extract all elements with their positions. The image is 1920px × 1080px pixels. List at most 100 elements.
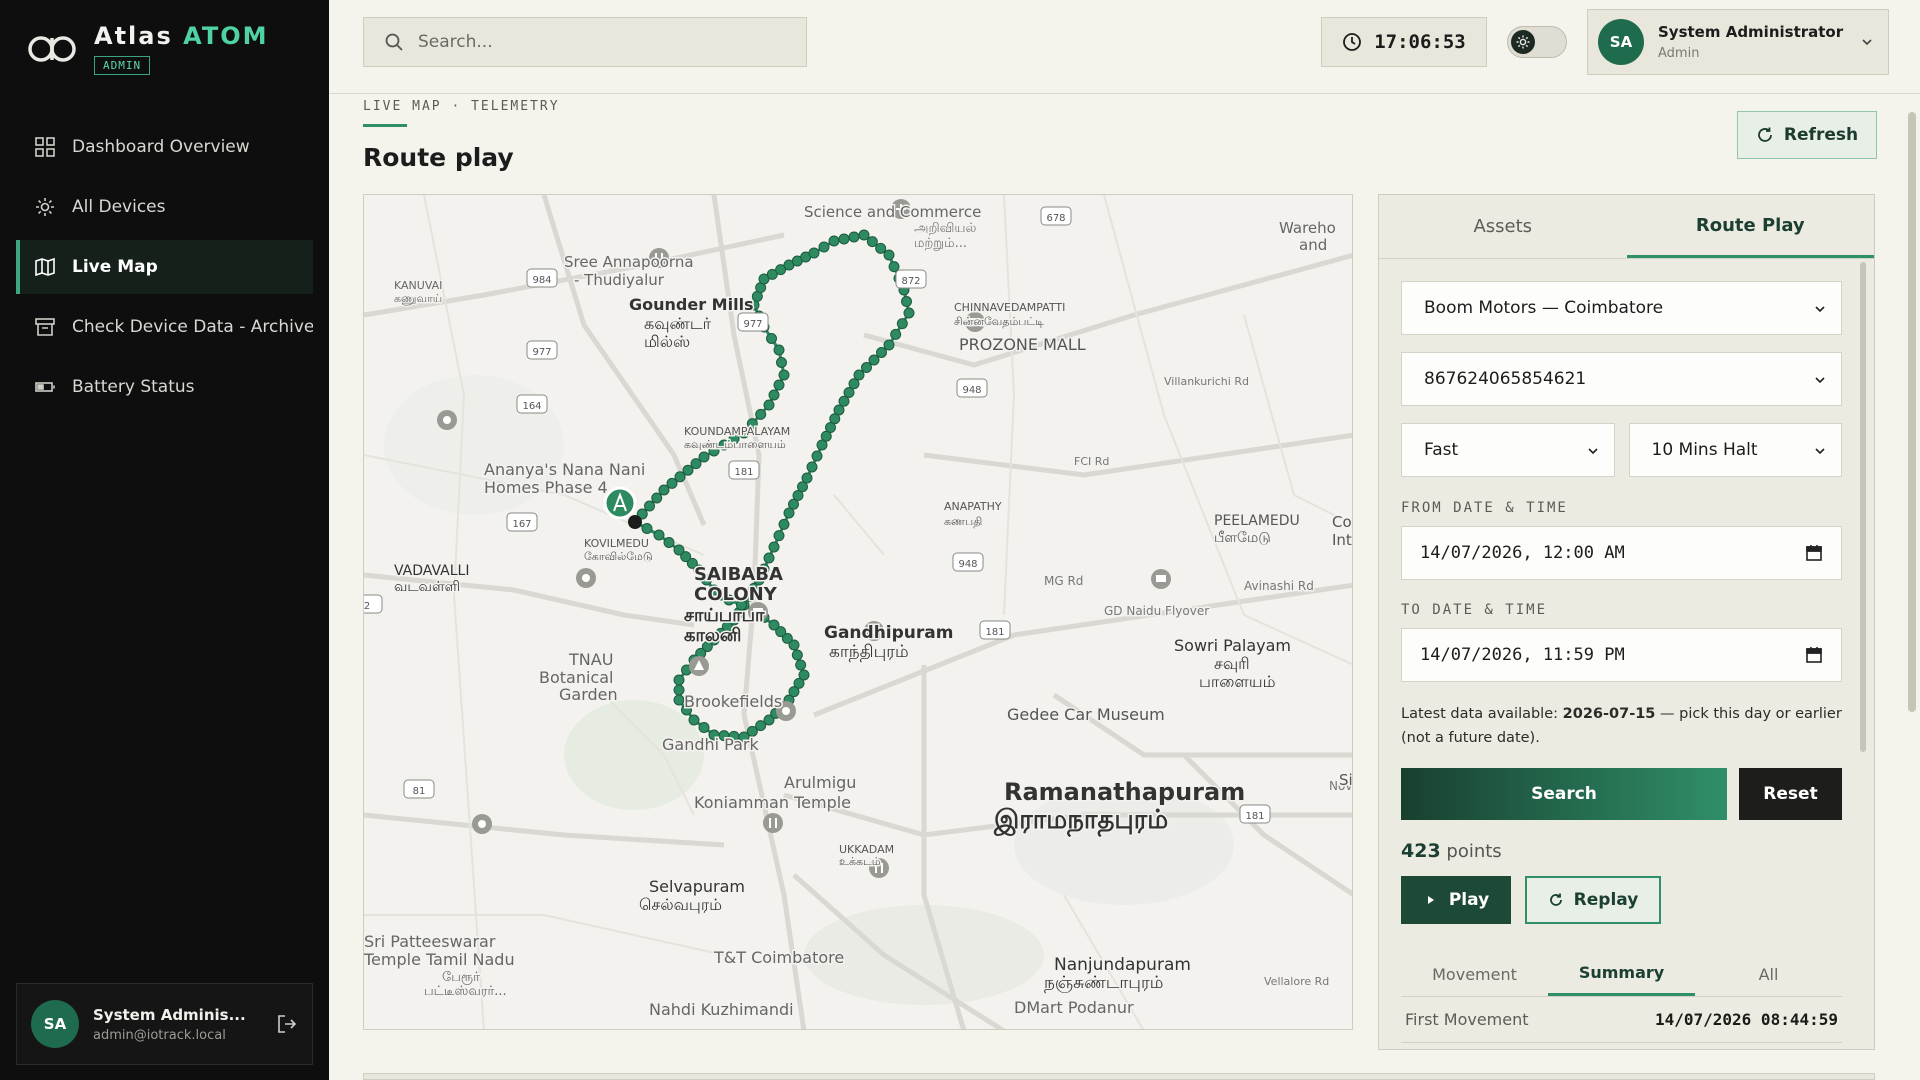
panel-scrollbar[interactable] <box>1860 262 1866 752</box>
device-select[interactable]: 867624065854621 <box>1401 352 1842 406</box>
subtab-movement[interactable]: Movement <box>1401 952 1548 996</box>
route-point[interactable] <box>768 541 780 553</box>
route-point[interactable] <box>866 236 878 248</box>
route-point[interactable] <box>811 450 823 462</box>
route-map[interactable]: 678 984 872 977 977 164 948 181 167 948 181 81 181 2 … <box>363 194 1353 1030</box>
to-datetime-input[interactable]: 14/07/2026, 11:59 PM <box>1401 628 1842 682</box>
route-point[interactable] <box>791 649 803 661</box>
nav-check-device-data-archive[interactable]: Check Device Data - Archive <box>16 300 313 354</box>
route-point[interactable] <box>798 669 810 681</box>
vehicle-start-marker[interactable] <box>603 486 637 520</box>
route-point[interactable] <box>883 339 895 351</box>
route-point[interactable] <box>651 492 663 504</box>
nav-dashboard-overview[interactable]: Dashboard Overview <box>16 120 313 174</box>
map-label: CHINNAVEDAMPATTI <box>954 301 1065 314</box>
route-point[interactable] <box>816 439 828 451</box>
route-point[interactable] <box>698 722 710 733</box>
route-point[interactable] <box>883 249 895 261</box>
route-point[interactable] <box>875 242 887 254</box>
atlas-logo-icon <box>28 36 76 62</box>
route-point[interactable] <box>838 233 850 245</box>
route-point[interactable] <box>778 369 790 381</box>
calendar-icon[interactable] <box>1805 544 1823 562</box>
route-point[interactable] <box>673 544 685 556</box>
reset-button[interactable]: Reset <box>1739 768 1842 820</box>
chevron-down-icon <box>1862 39 1872 46</box>
map-label: Arulmigu <box>784 773 856 792</box>
route-point[interactable] <box>828 235 840 247</box>
tab-route-play[interactable]: Route Play <box>1626 195 1874 258</box>
route-point[interactable] <box>673 674 685 686</box>
profile-menu[interactable]: SA System Administrator Admin <box>1587 9 1889 75</box>
route-point[interactable] <box>763 399 775 411</box>
page-scrollbar[interactable] <box>1908 112 1916 712</box>
map-canvas[interactable]: 678984 872977977164948181167948181811812 … <box>364 195 1353 1030</box>
map-label: Brookefields <box>684 692 782 711</box>
route-point[interactable] <box>755 408 767 420</box>
replay-button[interactable]: Replay <box>1525 876 1661 924</box>
route-point[interactable] <box>773 530 785 542</box>
route-point[interactable] <box>768 619 780 631</box>
road-shield: 948 <box>956 378 988 398</box>
map-label: T&T Coimbatore <box>713 948 844 967</box>
nav-all-devices[interactable]: All Devices <box>16 180 313 234</box>
calendar-icon[interactable] <box>1805 646 1823 664</box>
theme-toggle[interactable] <box>1507 26 1567 58</box>
route-point[interactable] <box>808 247 820 259</box>
route-point[interactable] <box>806 461 818 473</box>
route-point[interactable] <box>644 500 655 512</box>
nav-battery-status[interactable]: Battery Status <box>16 360 313 414</box>
route-point[interactable] <box>778 518 790 530</box>
map-label: Science and Commerce <box>804 203 981 221</box>
route-point[interactable] <box>868 354 880 366</box>
route-point[interactable] <box>795 659 807 671</box>
from-datetime-input[interactable]: 14/07/2026, 12:00 AM <box>1401 526 1842 580</box>
route-point[interactable] <box>901 296 912 307</box>
clock-time: 17:06:53 <box>1374 31 1466 53</box>
route-point[interactable] <box>776 357 787 368</box>
tab-assets[interactable]: Assets <box>1379 195 1627 258</box>
route-point[interactable] <box>818 241 830 253</box>
map-label: வடவள்ளி <box>394 579 460 595</box>
route-point[interactable] <box>641 523 653 534</box>
halt-value: 10 Mins Halt <box>1651 440 1758 460</box>
subtab-all[interactable]: All <box>1695 952 1842 996</box>
logout-icon[interactable] <box>276 1013 298 1035</box>
route-point[interactable] <box>783 507 795 519</box>
route-point[interactable] <box>861 362 872 373</box>
route-point[interactable] <box>890 328 902 340</box>
route-point[interactable] <box>763 552 775 564</box>
route-point[interactable] <box>848 231 860 243</box>
play-button[interactable]: Play <box>1401 876 1511 924</box>
route-point[interactable] <box>663 537 675 548</box>
search-button[interactable]: Search <box>1401 768 1727 820</box>
route-point[interactable] <box>768 389 780 401</box>
halt-select[interactable]: 10 Mins Halt <box>1628 423 1842 477</box>
nav-live-map[interactable]: Live Map <box>16 240 313 294</box>
route-point[interactable] <box>773 344 785 356</box>
subtab-summary[interactable]: Summary <box>1548 952 1695 996</box>
route-point[interactable] <box>888 261 900 273</box>
search-input[interactable] <box>418 32 778 52</box>
current-position-dot <box>628 515 642 529</box>
brand[interactable]: Atlas ATOM ADMIN <box>26 22 269 75</box>
map-label: ANAPATHY <box>944 500 1002 513</box>
route-point[interactable] <box>896 318 908 330</box>
route-point[interactable] <box>858 229 870 241</box>
refresh-button[interactable]: Refresh <box>1737 111 1877 159</box>
route-point[interactable] <box>698 451 710 463</box>
road-shield: 872 <box>895 269 927 289</box>
company-select[interactable]: Boom Motors — Coimbatore <box>1401 281 1842 335</box>
route-point[interactable] <box>673 684 685 696</box>
search-box[interactable] <box>363 17 807 67</box>
route-point[interactable] <box>673 694 685 706</box>
route-point[interactable] <box>903 307 915 319</box>
route-point[interactable] <box>766 333 777 344</box>
route-point[interactable] <box>773 379 785 391</box>
route-point[interactable] <box>653 529 665 541</box>
route-point[interactable] <box>876 347 887 358</box>
summary-label: First Movement <box>1405 1010 1529 1029</box>
route-point[interactable] <box>688 714 700 726</box>
breadcrumb-underline <box>363 124 407 127</box>
speed-select[interactable]: Fast <box>1401 423 1615 477</box>
